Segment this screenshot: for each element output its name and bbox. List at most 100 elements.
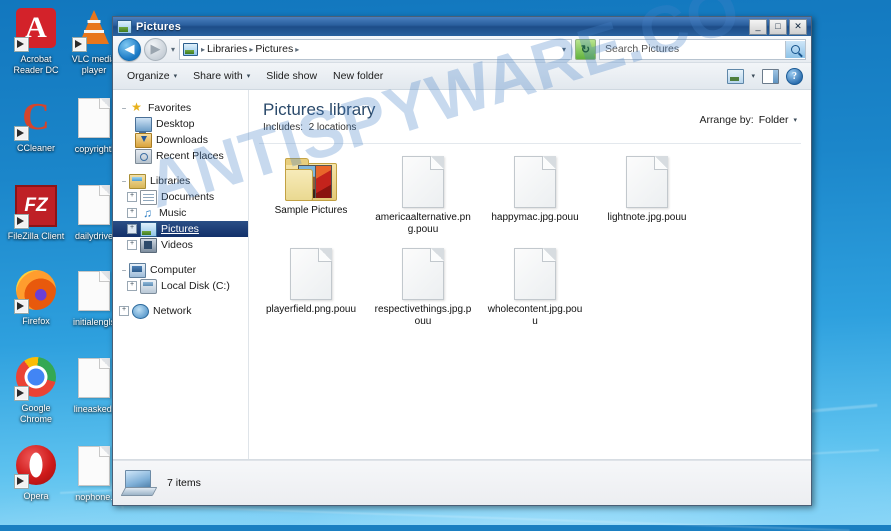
desktop-icon-opera[interactable]: Opera (5, 443, 67, 502)
encrypted-file-icon (72, 185, 116, 229)
navigation-pane: − ★ Favorites Desktop Downloads Recent P… (113, 90, 249, 459)
expand-icon[interactable]: + (127, 208, 137, 218)
arrange-by-value[interactable]: Folder (759, 114, 789, 126)
address-bar: ◀ ▶ ▾ ▸ Libraries ▸ Pictures ▸ ▾ ↻ Searc… (113, 36, 811, 63)
local-disk-icon (140, 278, 157, 294)
preview-pane-icon[interactable] (762, 68, 779, 84)
search-icon[interactable] (785, 40, 805, 58)
sidebar-item-desktop[interactable]: Desktop (113, 116, 248, 133)
opera-icon (14, 445, 58, 489)
refresh-icon[interactable]: ↻ (575, 38, 596, 60)
file-item[interactable]: americaalternative.png.pouu (367, 154, 479, 246)
maximize-button[interactable]: □ (769, 18, 787, 35)
nav-group-favorites[interactable]: − ★ Favorites (113, 100, 248, 116)
sidebar-item-downloads[interactable]: Downloads (113, 132, 248, 148)
desktop-icon-label: FileZilla Client (7, 231, 65, 241)
nav-label: Recent Places (156, 150, 224, 162)
desktop-icon (135, 116, 152, 133)
arrange-by-label: Arrange by: (699, 114, 754, 126)
desktop-icon-google-chrome[interactable]: Google Chrome (5, 355, 67, 425)
view-chevron-down-icon[interactable]: ▾ (751, 72, 755, 80)
favorites-star-icon: ★ (131, 99, 142, 114)
slide-show-button[interactable]: Slide show (258, 67, 325, 85)
breadcrumb[interactable]: ▸ Libraries ▸ Pictures ▸ ▾ (179, 38, 572, 60)
nav-label: Videos (161, 239, 193, 251)
expand-icon[interactable]: + (119, 306, 129, 316)
computer-icon (129, 262, 146, 278)
breadcrumb-separator-icon[interactable]: ▸ (295, 45, 299, 54)
sidebar-item-videos[interactable]: + Videos (113, 237, 248, 253)
downloads-icon (135, 132, 152, 148)
file-name: playerfield.png.pouu (265, 304, 357, 315)
breadcrumb-separator-icon[interactable]: ▸ (201, 45, 205, 54)
breadcrumb-item-pictures[interactable]: Pictures (255, 43, 293, 55)
address-dropdown-icon[interactable]: ▾ (562, 45, 568, 54)
window-title: Pictures (136, 20, 182, 33)
chrome-icon (14, 357, 58, 401)
search-input[interactable]: Search Pictures (599, 38, 806, 60)
nav-group-libraries[interactable]: − Libraries (113, 173, 248, 189)
computer-status-icon (120, 470, 158, 496)
videos-icon (140, 237, 157, 253)
breadcrumb-separator-icon[interactable]: ▸ (249, 45, 253, 54)
breadcrumb-item-libraries[interactable]: Libraries (207, 43, 247, 55)
sidebar-item-music[interactable]: + ♫ Music (113, 205, 248, 221)
file-item[interactable]: wholecontent.jpg.pouu (479, 246, 591, 338)
recent-places-icon (135, 148, 152, 164)
back-button[interactable]: ◀ (118, 37, 141, 61)
nav-group-computer[interactable]: − Computer (113, 262, 248, 278)
explorer-window: Pictures _ □ ✕ ◀ ▶ ▾ ▸ Libraries ▸ Pictu… (112, 16, 812, 506)
sidebar-item-pictures[interactable]: + Pictures (113, 221, 248, 237)
libraries-icon (129, 173, 146, 189)
collapse-icon[interactable]: − (119, 177, 129, 186)
desktop-icon-filezilla[interactable]: FileZilla Client (5, 182, 67, 242)
desktop-icon-firefox[interactable]: Firefox (5, 268, 67, 327)
encrypted-file-icon (72, 446, 116, 490)
folder-icon (285, 156, 337, 201)
arrange-by-control[interactable]: Arrange by: Folder ▾ (699, 100, 797, 126)
expand-icon[interactable]: + (127, 240, 137, 250)
pictures-folder-icon (117, 19, 132, 34)
desktop-icon-ccleaner[interactable]: CCleaner (5, 95, 67, 154)
collapse-icon[interactable]: − (119, 266, 129, 275)
file-item-folder[interactable]: Sample Pictures (255, 154, 367, 246)
library-includes-label: Includes: (263, 122, 304, 133)
nav-label: Computer (150, 264, 197, 276)
nav-label: Downloads (156, 134, 208, 146)
chevron-down-icon: ▾ (246, 73, 251, 80)
expand-icon[interactable]: + (127, 281, 137, 291)
desktop-icon-label: Acrobat Reader DC (13, 54, 59, 75)
expand-icon[interactable]: + (127, 192, 137, 202)
library-includes: Includes: 2 locations (263, 122, 699, 133)
expand-icon[interactable]: + (127, 224, 137, 234)
encrypted-file-icon (514, 156, 556, 208)
sidebar-item-local-disk-c[interactable]: + Local Disk (C:) (113, 278, 248, 294)
file-item[interactable]: lightnote.jpg.pouu (591, 154, 703, 246)
file-item[interactable]: respectivethings.jpg.pouu (367, 246, 479, 338)
desktop-icon-acrobat-reader[interactable]: Acrobat Reader DC (5, 6, 67, 76)
share-with-button[interactable]: Share with ▾ (185, 67, 258, 85)
change-view-icon[interactable] (727, 68, 745, 84)
library-includes-value[interactable]: 2 locations (309, 122, 357, 133)
minimize-button[interactable]: _ (749, 18, 767, 35)
sidebar-item-documents[interactable]: + Documents (113, 189, 248, 205)
nav-group-network[interactable]: + Network (113, 303, 248, 319)
recent-pages-caret-icon[interactable]: ▾ (170, 45, 176, 54)
window-title-bar[interactable]: Pictures _ □ ✕ (113, 17, 811, 36)
organize-button[interactable]: Organize ▾ (119, 67, 185, 85)
file-list-pane[interactable]: Pictures library Includes: 2 locations A… (249, 90, 811, 459)
file-item[interactable]: playerfield.png.pouu (255, 246, 367, 338)
command-toolbar: Organize ▾ Share with ▾ Slide show New f… (113, 63, 811, 90)
help-icon[interactable]: ? (786, 67, 803, 85)
sidebar-item-recent-places[interactable]: Recent Places (113, 148, 248, 164)
close-button[interactable]: ✕ (789, 18, 807, 35)
new-folder-button[interactable]: New folder (325, 67, 391, 85)
collapse-icon[interactable]: − (119, 104, 129, 113)
file-item[interactable]: happymac.jpg.pouu (479, 154, 591, 246)
vlc-media-player-icon (72, 8, 116, 52)
forward-button[interactable]: ▶ (144, 37, 167, 61)
chevron-down-icon[interactable]: ▾ (793, 116, 797, 124)
